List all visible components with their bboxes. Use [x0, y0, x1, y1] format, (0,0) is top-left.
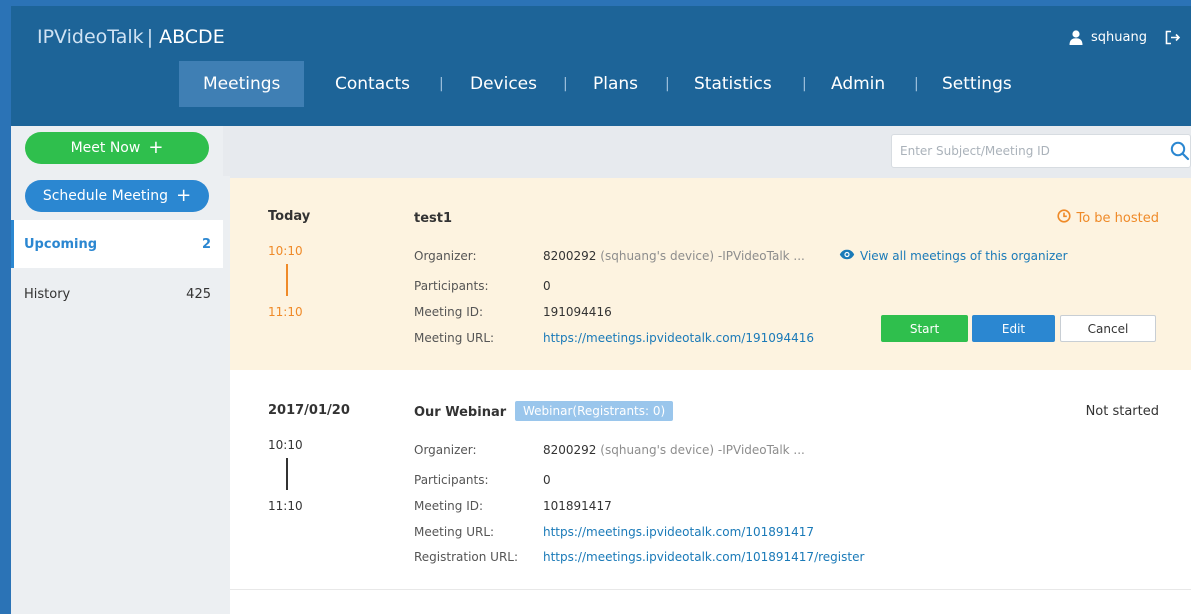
view-all-label: View all meetings of this organizer: [860, 249, 1068, 263]
start-button[interactable]: Start: [881, 315, 968, 342]
nav-separator: |: [802, 76, 807, 92]
time-connector: [286, 458, 288, 490]
nav-contacts[interactable]: Contacts: [335, 61, 410, 107]
organizer-label: Organizer:: [414, 443, 477, 457]
user-icon: [1069, 30, 1083, 45]
meeting-title[interactable]: test1: [414, 211, 452, 226]
organizer-detail: (sqhuang's device) -IPVideoTalk ...: [600, 249, 805, 263]
sidebar-item-upcoming[interactable]: Upcoming 2: [11, 220, 223, 268]
meeting-id-label: Meeting ID:: [414, 305, 484, 319]
top-header: IPVideoTalk | ABCDE sqhuang Meetings Conta…: [11, 6, 1191, 126]
participants-label: Participants:: [414, 473, 489, 487]
time-connector: [286, 264, 288, 296]
clock-icon: [1057, 209, 1072, 227]
meet-now-label: Meet Now: [70, 140, 141, 156]
window-frame-left: [0, 0, 11, 614]
app-name: IPVideoTalk: [37, 26, 144, 48]
organizer-value: 8200292 (sqhuang's device) -IPVideoTalk …: [543, 443, 805, 457]
search-box: [891, 134, 1191, 168]
main-nav: Meetings Contacts | Devices | Plans | St…: [11, 61, 1191, 107]
nav-separator: |: [439, 76, 444, 92]
nav-admin[interactable]: Admin: [831, 61, 885, 107]
plus-icon: +: [148, 137, 164, 158]
meeting-url-label: Meeting URL:: [414, 525, 495, 539]
meeting-url-label: Meeting URL:: [414, 331, 495, 345]
nav-devices[interactable]: Devices: [470, 61, 537, 107]
plus-icon: +: [176, 185, 192, 206]
sidebar: Meet Now + Schedule Meeting + Upcoming 2…: [11, 126, 223, 614]
meeting-id-value: 191094416: [543, 305, 612, 319]
status-text: To be hosted: [1076, 210, 1159, 226]
meeting-start-time: 10:10: [268, 438, 303, 452]
meeting-card: Today 10:10 11:10 test1 To be hosted Org…: [230, 178, 1191, 370]
brand: IPVideoTalk | ABCDE: [37, 26, 225, 48]
view-all-meetings-link[interactable]: View all meetings of this organizer: [839, 249, 1068, 263]
edit-button[interactable]: Edit: [972, 315, 1055, 342]
sidebar-item-label: Upcoming: [24, 236, 98, 252]
schedule-meeting-button[interactable]: Schedule Meeting +: [25, 180, 209, 212]
meet-now-button[interactable]: Meet Now +: [25, 132, 209, 164]
toolbar: [223, 126, 1191, 176]
organizer-id: 8200292: [543, 249, 597, 263]
meeting-id-label: Meeting ID:: [414, 499, 484, 513]
eye-icon: [839, 249, 855, 263]
search-input[interactable]: [900, 135, 1160, 167]
logout-icon[interactable]: [1165, 30, 1181, 45]
user-area: sqhuang: [1069, 30, 1181, 45]
meeting-date: 2017/01/20: [268, 403, 350, 418]
organizer-id: 8200292: [543, 443, 597, 457]
organizer-label: Organizer:: [414, 249, 477, 263]
nav-separator: |: [665, 76, 670, 92]
meeting-id-value: 101891417: [543, 499, 612, 513]
nav-meetings[interactable]: Meetings: [179, 61, 305, 107]
organizer-detail: (sqhuang's device) -IPVideoTalk ...: [600, 443, 805, 457]
username-link[interactable]: sqhuang: [1091, 30, 1147, 45]
organizer-value: 8200292 (sqhuang's device) -IPVideoTalk …: [543, 249, 805, 263]
meeting-start-time: 10:10: [268, 244, 303, 258]
registration-url-label: Registration URL:: [414, 550, 519, 564]
meeting-url-link[interactable]: https://meetings.ipvideotalk.com/1018914…: [543, 525, 814, 539]
meeting-title[interactable]: Our Webinar: [414, 405, 506, 420]
brand-separator: |: [146, 26, 154, 48]
org-name: ABCDE: [159, 26, 225, 48]
sidebar-item-label: History: [24, 286, 71, 302]
divider: [223, 176, 230, 614]
registration-url-link[interactable]: https://meetings.ipvideotalk.com/1018914…: [543, 550, 864, 564]
sidebar-item-count: 2: [201, 236, 211, 252]
webinar-badge: Webinar(Registrants: 0): [515, 401, 674, 421]
nav-plans[interactable]: Plans: [593, 61, 638, 107]
meeting-end-time: 11:10: [268, 499, 303, 513]
nav-settings[interactable]: Settings: [942, 61, 1012, 107]
meeting-card: 2017/01/20 10:10 11:10 Our Webinar Webin…: [230, 372, 1191, 590]
participants-value: 0: [543, 473, 551, 487]
schedule-meeting-label: Schedule Meeting: [42, 188, 169, 204]
meeting-date: Today: [268, 209, 311, 224]
meeting-end-time: 11:10: [268, 305, 303, 319]
meeting-url-link[interactable]: https://meetings.ipvideotalk.com/1910944…: [543, 331, 814, 345]
cancel-button[interactable]: Cancel: [1060, 315, 1156, 342]
status-badge: To be hosted: [1057, 209, 1159, 227]
participants-value: 0: [543, 279, 551, 293]
status-text: Not started: [1085, 404, 1159, 419]
sidebar-item-history[interactable]: History 425: [11, 270, 223, 318]
sidebar-item-count: 425: [186, 286, 211, 302]
nav-separator: |: [563, 76, 568, 92]
nav-statistics[interactable]: Statistics: [694, 61, 772, 107]
nav-separator: |: [914, 76, 919, 92]
participants-label: Participants:: [414, 279, 489, 293]
search-icon[interactable]: [1170, 141, 1190, 165]
